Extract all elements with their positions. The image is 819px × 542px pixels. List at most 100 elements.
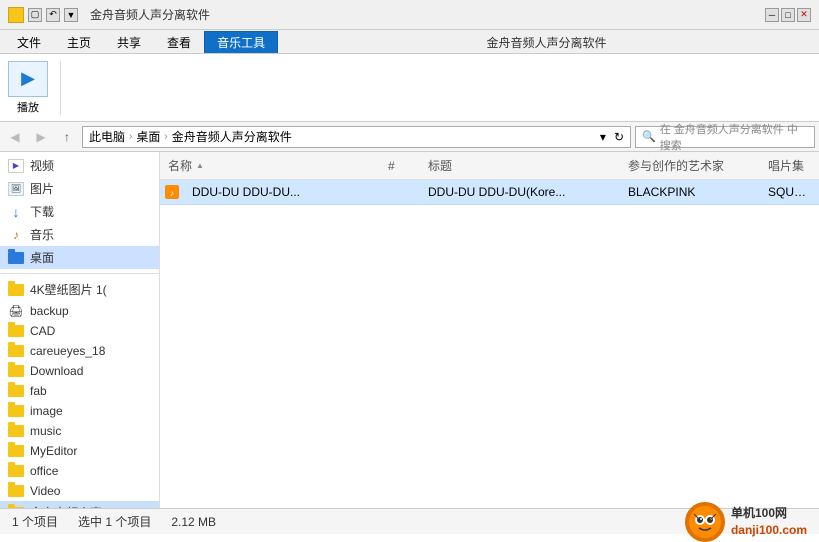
col-header-album[interactable]: 唱片集	[760, 154, 819, 177]
folder-icon-jinzhou	[8, 507, 24, 509]
sidebar-item-backup[interactable]: 🖨 backup	[0, 301, 159, 321]
svg-text:♪: ♪	[170, 188, 175, 198]
play-label: 播放	[17, 99, 39, 115]
sidebar-label-myeditor: MyEditor	[30, 444, 77, 458]
folder-icon-myeditor	[8, 445, 24, 457]
sidebar-item-cad[interactable]: CAD	[0, 321, 159, 341]
sidebar-item-download[interactable]: Download	[0, 361, 159, 381]
sidebar-item-music-folder[interactable]: music	[0, 421, 159, 441]
search-icon: 🔍	[642, 130, 656, 143]
breadcrumb-dropdown[interactable]: ▾	[600, 130, 606, 144]
video-icon: ▶	[8, 159, 24, 173]
back-btn[interactable]: ◀	[4, 126, 26, 148]
breadcrumb-part-3[interactable]: 金舟音频人声分离软件	[172, 128, 292, 145]
sidebar-item-video-folder[interactable]: Video	[0, 481, 159, 501]
col-header-artist[interactable]: 参与创作的艺术家	[620, 154, 760, 177]
sidebar-label-music-folder: music	[30, 424, 61, 438]
file-title: DDU-DU DDU-DU(Kore...	[420, 183, 620, 201]
pictures-icon: 🖼	[8, 182, 24, 196]
col-artist-label: 参与创作的艺术家	[628, 157, 724, 174]
ribbon-content: ▶ 播放	[0, 54, 819, 122]
col-hash-label: #	[388, 159, 395, 173]
sidebar-divider-1	[0, 273, 159, 274]
folder-icon-image	[8, 405, 24, 417]
download-icon: ↓	[8, 205, 24, 219]
sidebar-item-video[interactable]: ▶ 视频	[0, 154, 159, 177]
sidebar-item-image[interactable]: image	[0, 401, 159, 421]
col-header-title[interactable]: 标题	[420, 154, 620, 177]
breadcrumb-sep-1: ›	[129, 131, 132, 142]
refresh-btn[interactable]: ↻	[614, 130, 624, 144]
title-bar-left: ▢ ↶ ▼ 金舟音频人声分离软件	[8, 6, 210, 23]
maximize-btn[interactable]: □	[781, 8, 795, 22]
table-row[interactable]: ♪ DDU-DU DDU-DU... DDU-DU DDU-DU(Kore...…	[160, 180, 819, 205]
tab-music-tools[interactable]: 音乐工具	[204, 31, 278, 53]
tab-share[interactable]: 共享	[104, 31, 154, 53]
file-artist: BLACKPINK	[620, 183, 760, 201]
breadcrumb-part-1[interactable]: 此电脑	[89, 128, 125, 145]
title-bar: ▢ ↶ ▼ 金舟音频人声分离软件 ─ □ ✕	[0, 0, 819, 30]
search-box[interactable]: 🔍 在 金舟音频人声分离软件 中搜索	[635, 126, 815, 148]
sidebar-item-jinzhou[interactable]: 金舟音频人声	[0, 501, 159, 508]
col-album-label: 唱片集	[768, 157, 804, 174]
sidebar-label-image: image	[30, 404, 63, 418]
tab-home[interactable]: 主页	[54, 31, 104, 53]
sidebar-label-4k: 4K壁纸图片 1(	[30, 281, 107, 298]
sidebar-label-jinzhou: 金舟音频人声	[30, 504, 102, 508]
sidebar-item-office[interactable]: office	[0, 461, 159, 481]
sidebar-label-desktop: 桌面	[30, 249, 54, 266]
close-btn[interactable]: ✕	[797, 8, 811, 22]
sidebar-item-careueyes[interactable]: careueyes_18	[0, 341, 159, 361]
folder-icon-4k	[8, 284, 24, 296]
sidebar-label-download: Download	[30, 364, 83, 378]
col-name-label: 名称	[168, 157, 192, 174]
sidebar-quickaccess: ▶ 视频 🖼 图片 ↓ 下载 ♪ 音乐 桌面	[0, 152, 159, 271]
folder-icon-fab	[8, 385, 24, 397]
title-btn-3[interactable]: ▼	[64, 8, 78, 22]
sidebar-label-pictures: 图片	[30, 180, 54, 197]
sidebar-label-cad: CAD	[30, 324, 55, 338]
watermark-site: danji100.com	[731, 522, 807, 539]
title-btn-1[interactable]: ▢	[28, 8, 42, 22]
ribbon-app-title: 金舟音频人声分离软件	[278, 34, 815, 53]
sidebar-item-desktop[interactable]: 桌面	[0, 246, 159, 269]
folder-icon-office	[8, 465, 24, 477]
ribbon-tabs: 文件 主页 共享 查看 音乐工具 金舟音频人声分离软件	[0, 30, 819, 54]
breadcrumb-sep-2: ›	[164, 131, 167, 142]
watermark-logo	[685, 502, 725, 542]
col-header-name[interactable]: 名称 ▲	[160, 154, 380, 177]
col-header-hash[interactable]: #	[380, 154, 420, 177]
up-btn[interactable]: ↑	[56, 126, 78, 148]
folder-icon-music	[8, 425, 24, 437]
breadcrumb-part-2[interactable]: 桌面	[136, 128, 160, 145]
sidebar-item-downloads[interactable]: ↓ 下载	[0, 200, 159, 223]
file-album: SQUARE UP	[760, 183, 819, 201]
sidebar-item-fab[interactable]: fab	[0, 381, 159, 401]
minimize-btn[interactable]: ─	[765, 8, 779, 22]
col-title-label: 标题	[428, 157, 452, 174]
watermark-label: 单机100网	[731, 505, 807, 522]
sidebar-item-4kwallpaper[interactable]: 4K壁纸图片 1(	[0, 278, 159, 301]
forward-btn[interactable]: ▶	[30, 126, 52, 148]
content-header: 名称 ▲ # 标题 参与创作的艺术家 唱片集	[160, 152, 819, 180]
play-button[interactable]: ▶	[8, 61, 48, 97]
watermark: 单机100网 danji100.com	[685, 502, 807, 542]
breadcrumb[interactable]: 此电脑 › 桌面 › 金舟音频人声分离软件 ▾ ↻	[82, 126, 631, 148]
sidebar: ▶ 视频 🖼 图片 ↓ 下载 ♪ 音乐 桌面	[0, 152, 160, 508]
app-icon	[8, 7, 24, 23]
window-controls: ─ □ ✕	[765, 8, 811, 22]
content-area: 名称 ▲ # 标题 参与创作的艺术家 唱片集 ♪	[160, 152, 819, 508]
sidebar-item-myeditor[interactable]: MyEditor	[0, 441, 159, 461]
sidebar-label-fab: fab	[30, 384, 47, 398]
status-selected: 选中 1 个项目	[78, 513, 151, 530]
sidebar-desktop-items: 4K壁纸图片 1( 🖨 backup CAD careueyes_18 Down…	[0, 276, 159, 508]
title-btn-2[interactable]: ↶	[46, 8, 60, 22]
sidebar-label-backup: backup	[30, 304, 69, 318]
sidebar-item-music[interactable]: ♪ 音乐	[0, 223, 159, 246]
tab-file[interactable]: 文件	[4, 31, 54, 53]
sidebar-label-video: 视频	[30, 157, 54, 174]
sidebar-item-pictures[interactable]: 🖼 图片	[0, 177, 159, 200]
folder-icon-careueyes	[8, 345, 24, 357]
sidebar-label-office: office	[30, 464, 58, 478]
tab-view[interactable]: 查看	[154, 31, 204, 53]
